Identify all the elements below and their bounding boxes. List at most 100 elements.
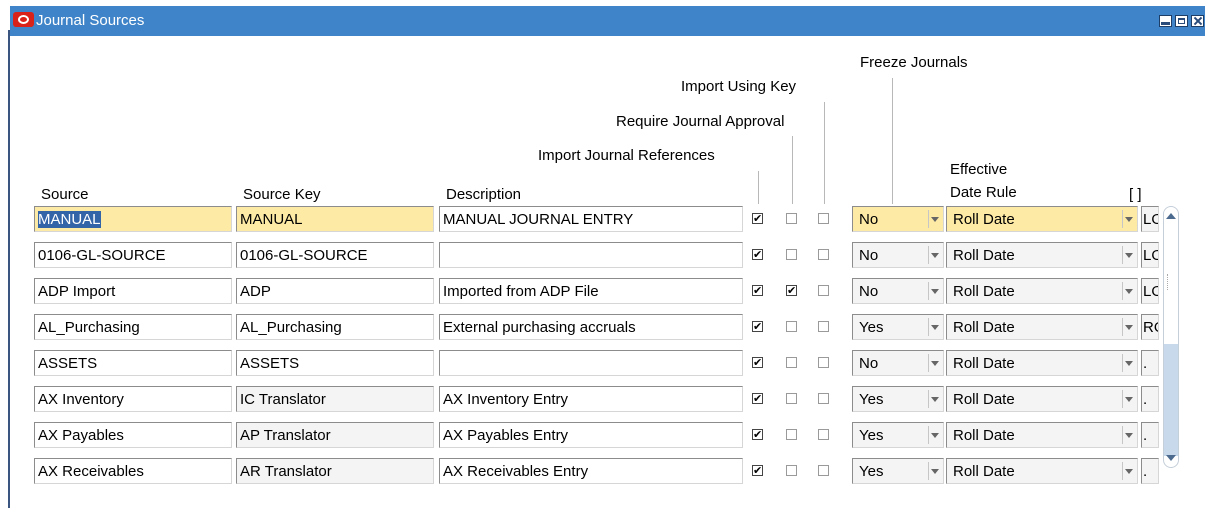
maximize-icon[interactable] <box>1175 15 1188 27</box>
chevron-down-icon[interactable] <box>1125 253 1133 258</box>
import-journal-references-checkbox[interactable] <box>752 249 763 260</box>
source-field[interactable]: AL_Purchasing <box>34 314 232 340</box>
require-journal-approval-checkbox[interactable] <box>786 357 797 368</box>
description-field[interactable] <box>439 242 743 268</box>
freeze-journals-select[interactable]: No <box>852 206 944 232</box>
effective-date-rule-select[interactable]: Roll Date <box>946 458 1138 484</box>
description-field[interactable]: AX Receivables Entry <box>439 458 743 484</box>
chevron-down-icon[interactable] <box>1125 433 1133 438</box>
import-journal-references-checkbox[interactable] <box>752 393 763 404</box>
import-journal-references-checkbox[interactable] <box>752 321 763 332</box>
chevron-down-icon[interactable] <box>931 397 939 402</box>
require-journal-approval-checkbox[interactable] <box>786 465 797 476</box>
source-key-field[interactable]: ADP <box>236 278 434 304</box>
chevron-down-icon[interactable] <box>931 361 939 366</box>
source-key-field[interactable]: IC Translator <box>236 386 434 412</box>
import-journal-references-checkbox[interactable] <box>752 429 763 440</box>
import-journal-references-checkbox[interactable] <box>752 285 763 296</box>
require-journal-approval-checkbox[interactable] <box>786 285 797 296</box>
effective-date-rule-select[interactable]: Roll Date <box>946 242 1138 268</box>
minimize-icon[interactable] <box>1159 15 1172 27</box>
source-key-field[interactable]: AR Translator <box>236 458 434 484</box>
description-field[interactable]: MANUAL JOURNAL ENTRY <box>439 206 743 232</box>
import-using-key-checkbox[interactable] <box>818 213 829 224</box>
chevron-down-icon[interactable] <box>1125 469 1133 474</box>
freeze-journals-select[interactable]: Yes <box>852 458 944 484</box>
import-using-key-checkbox[interactable] <box>818 249 829 260</box>
source-field[interactable]: 0106-GL-SOURCE <box>34 242 232 268</box>
import-using-key-checkbox[interactable] <box>818 285 829 296</box>
source-field[interactable]: ASSETS <box>34 350 232 376</box>
source-field[interactable]: ADP Import <box>34 278 232 304</box>
scroll-up-icon[interactable] <box>1166 213 1176 219</box>
header-date-rule-line2: Date Rule <box>950 184 1017 201</box>
header-freeze-journals: Freeze Journals <box>860 54 968 71</box>
description-field[interactable]: AX Payables Entry <box>439 422 743 448</box>
journal-sources-form: Freeze Journals Import Using Key Require… <box>10 36 1205 508</box>
chevron-down-icon[interactable] <box>931 325 939 330</box>
import-journal-references-checkbox[interactable] <box>752 357 763 368</box>
chevron-down-icon[interactable] <box>931 289 939 294</box>
source-field[interactable]: AX Inventory <box>34 386 232 412</box>
chevron-down-icon[interactable] <box>1125 325 1133 330</box>
require-journal-approval-checkbox[interactable] <box>786 321 797 332</box>
chevron-down-icon[interactable] <box>931 253 939 258</box>
chevron-down-icon[interactable] <box>931 469 939 474</box>
freeze-journals-select[interactable]: No <box>852 278 944 304</box>
freeze-journals-select[interactable]: Yes <box>852 422 944 448</box>
import-using-key-checkbox[interactable] <box>818 357 829 368</box>
effective-date-rule-select[interactable]: Roll Date <box>946 314 1138 340</box>
close-icon[interactable] <box>1191 15 1204 27</box>
source-key-field[interactable]: AP Translator <box>236 422 434 448</box>
import-using-key-checkbox[interactable] <box>818 465 829 476</box>
freeze-journals-select[interactable]: Yes <box>852 386 944 412</box>
chevron-down-icon[interactable] <box>1125 361 1133 366</box>
window-titlebar[interactable]: Journal Sources <box>10 6 1205 36</box>
description-field[interactable]: AX Inventory Entry <box>439 386 743 412</box>
header-flexfield: [ ] <box>1129 186 1142 203</box>
dropdown-separator <box>928 246 929 264</box>
chevron-down-icon[interactable] <box>1125 217 1133 222</box>
require-journal-approval-checkbox[interactable] <box>786 393 797 404</box>
effective-date-rule-select[interactable]: Roll Date <box>946 278 1138 304</box>
chevron-down-icon[interactable] <box>931 433 939 438</box>
scroll-down-icon[interactable] <box>1166 455 1176 461</box>
freeze-journals-select[interactable]: No <box>852 350 944 376</box>
flexfield-cell[interactable]: LO <box>1141 206 1159 232</box>
effective-date-rule-select[interactable]: Roll Date <box>946 422 1138 448</box>
import-using-key-checkbox[interactable] <box>818 321 829 332</box>
require-journal-approval-checkbox[interactable] <box>786 249 797 260</box>
description-field[interactable]: Imported from ADP File <box>439 278 743 304</box>
chevron-down-icon[interactable] <box>1125 289 1133 294</box>
flexfield-cell[interactable]: LO <box>1141 242 1159 268</box>
flexfield-cell[interactable]: LO <box>1141 278 1159 304</box>
import-using-key-checkbox[interactable] <box>818 429 829 440</box>
source-key-field[interactable]: MANUAL <box>236 206 434 232</box>
source-field[interactable]: MANUAL <box>34 206 232 232</box>
flexfield-cell[interactable]: . <box>1141 350 1159 376</box>
effective-date-rule-select[interactable]: Roll Date <box>946 386 1138 412</box>
effective-date-rule-select[interactable]: Roll Date <box>946 350 1138 376</box>
flexfield-cell[interactable]: . <box>1141 422 1159 448</box>
description-field[interactable] <box>439 350 743 376</box>
flexfield-cell[interactable]: . <box>1141 386 1159 412</box>
source-field[interactable]: AX Receivables <box>34 458 232 484</box>
require-journal-approval-checkbox[interactable] <box>786 213 797 224</box>
import-using-key-checkbox[interactable] <box>818 393 829 404</box>
source-field[interactable]: AX Payables <box>34 422 232 448</box>
import-journal-references-checkbox[interactable] <box>752 465 763 476</box>
source-key-field[interactable]: ASSETS <box>236 350 434 376</box>
source-key-field[interactable]: AL_Purchasing <box>236 314 434 340</box>
flexfield-cell[interactable]: . <box>1141 458 1159 484</box>
vertical-scrollbar[interactable] <box>1163 206 1179 468</box>
chevron-down-icon[interactable] <box>931 217 939 222</box>
require-journal-approval-checkbox[interactable] <box>786 429 797 440</box>
import-journal-references-checkbox[interactable] <box>752 213 763 224</box>
freeze-journals-select[interactable]: Yes <box>852 314 944 340</box>
flexfield-cell[interactable]: RO <box>1141 314 1159 340</box>
source-key-field[interactable]: 0106-GL-SOURCE <box>236 242 434 268</box>
freeze-journals-select[interactable]: No <box>852 242 944 268</box>
chevron-down-icon[interactable] <box>1125 397 1133 402</box>
description-field[interactable]: External purchasing accruals <box>439 314 743 340</box>
effective-date-rule-select[interactable]: Roll Date <box>946 206 1138 232</box>
